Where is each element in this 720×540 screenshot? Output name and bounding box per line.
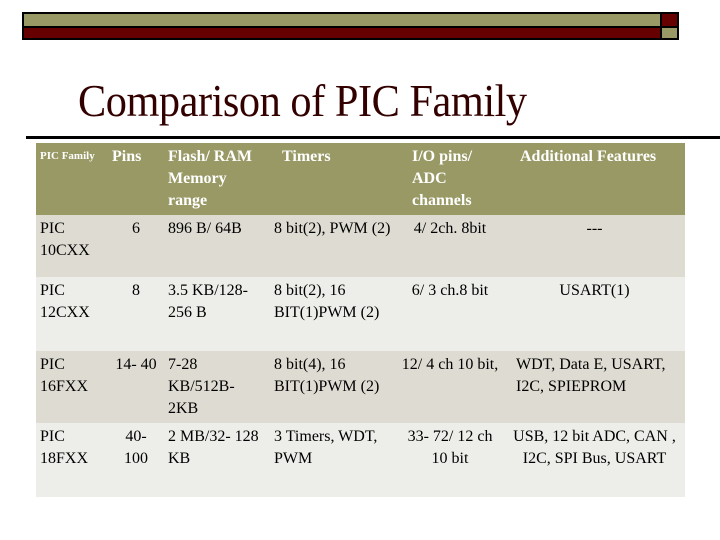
cell-io-adc: 6/ 3 ch.8 bit [411,282,489,299]
header-additional-features: Additional Features [520,148,657,165]
pic-comparison-table: PIC Family Pins Flash/ RAM Memory range … [36,143,685,497]
title-divider [26,136,720,139]
cell-family: PIC 18FXX [40,428,89,467]
header-bar-maroon [22,28,662,40]
decorative-header-bar [22,12,698,42]
header-bar-olive [22,12,662,28]
cell-pins: 14- 40 [115,356,157,373]
cell-family: PIC 10CXX [40,220,90,259]
table-row: PIC 12CXX 8 3.5 KB/128- 256 B 8 bit(2), … [36,277,685,351]
slide-title: Comparison of PIC Family [78,75,527,126]
cell-family: PIC 16FXX [40,356,89,395]
table-row: PIC 18FXX 40- 100 2 MB/32- 128 KB 3 Time… [36,423,685,497]
table-row: PIC 10CXX 6 896 B/ 64B 8 bit(2), PWM (2)… [36,215,685,277]
cell-memory: 7-28 KB/512B- 2KB [168,356,235,417]
table-row: PIC 16FXX 14- 40 7-28 KB/512B- 2KB 8 bit… [36,351,685,423]
header-memory: Flash/ RAM Memory range [168,148,252,209]
cell-timers: 8 bit(4), 16 BIT(1)PWM (2) [274,356,380,395]
cell-memory: 3.5 KB/128- 256 B [168,282,248,321]
cell-features: --- [586,220,603,237]
cell-memory: 896 B/ 64B [168,220,242,237]
cell-pins: 8 [132,282,140,299]
cell-features: USB, 12 bit ADC, CAN , I2C, SPI Bus, USA… [513,428,676,467]
cell-features: USART(1) [559,282,630,299]
cell-timers: 8 bit(2), PWM (2) [274,220,391,237]
header-square-olive [662,28,679,40]
cell-io-adc: 33- 72/ 12 ch 10 bit [407,428,493,467]
cell-pins: 40- 100 [124,428,148,467]
header-pins: Pins [112,148,142,165]
header-pic-family: PIC Family [40,150,95,162]
header-timers: Timers [282,148,331,165]
cell-io-adc: 12/ 4 ch 10 bit, [401,356,499,373]
table-header-row: PIC Family Pins Flash/ RAM Memory range … [36,143,685,215]
cell-io-adc: 4/ 2ch. 8bit [413,220,487,237]
cell-pins: 6 [132,220,140,237]
header-io-adc: I/O pins/ ADC channels [412,148,473,209]
cell-family: PIC 12CXX [40,282,90,321]
cell-memory: 2 MB/32- 128 KB [168,428,259,467]
header-square-maroon [662,12,679,28]
cell-timers: 8 bit(2), 16 BIT(1)PWM (2) [274,282,380,321]
cell-timers: 3 Timers, WDT, PWM [274,428,378,467]
cell-features: WDT, Data E, USART, I2C, SPIEPROM [516,356,666,395]
